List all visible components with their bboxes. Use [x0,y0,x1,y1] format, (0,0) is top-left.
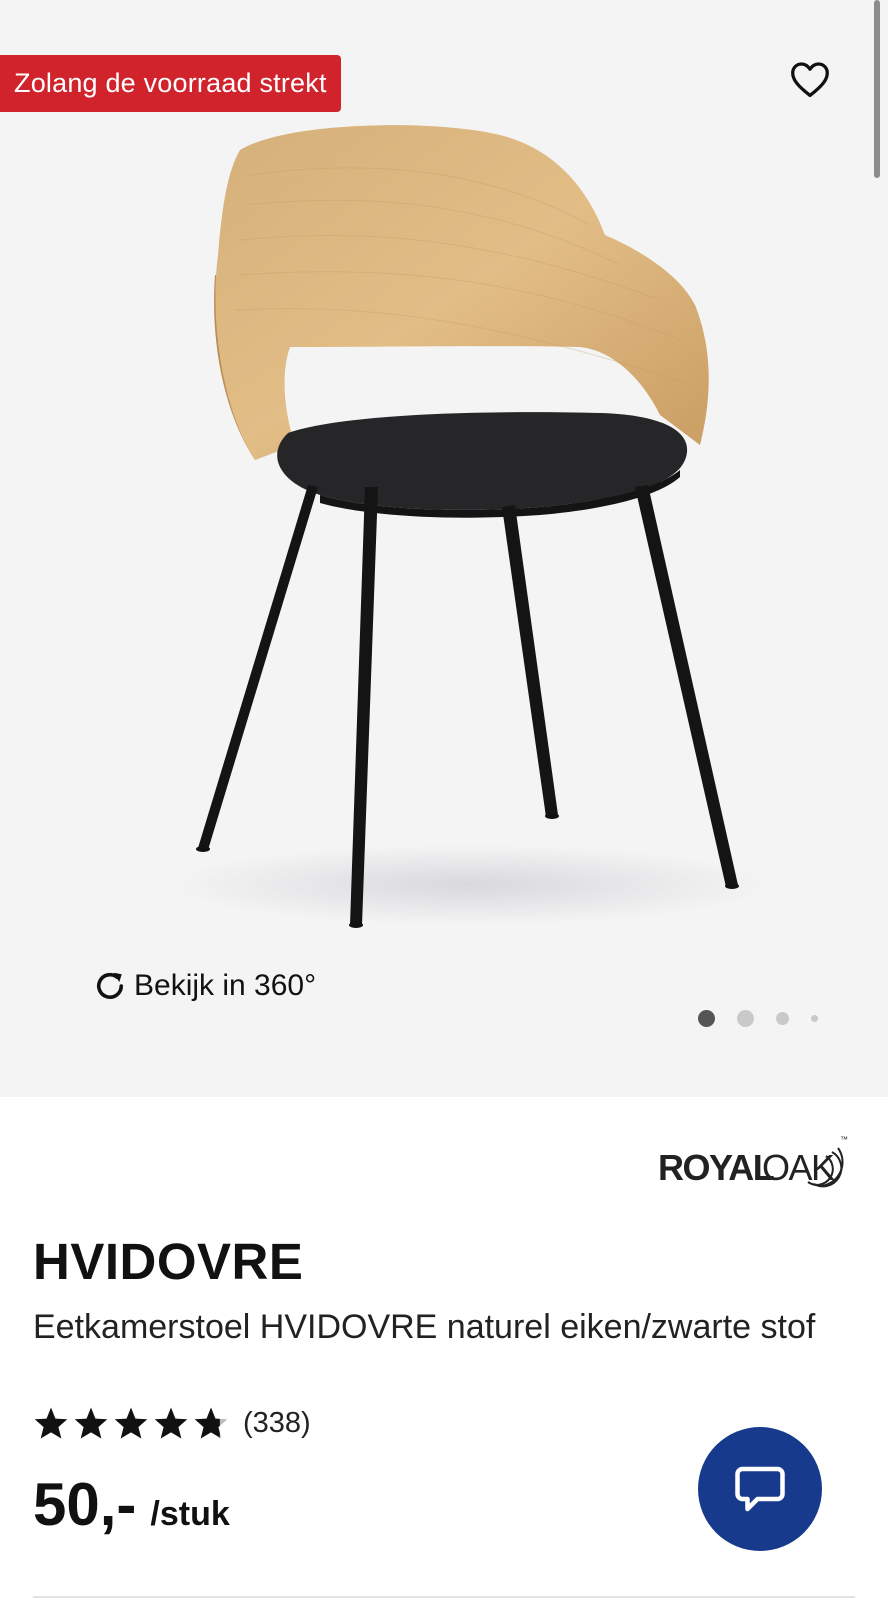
product-rating[interactable]: (338) [33,1406,311,1440]
scrollbar[interactable] [874,0,880,178]
star-full-icon [114,1407,148,1439]
view-360-label: Bekijk in 360° [134,969,317,1002]
brand-logo[interactable]: ROYAL OAK ™ [658,1130,858,1192]
rotate-icon [96,972,124,999]
chat-button[interactable] [698,1427,822,1551]
logo-text-bold: ROYAL [658,1147,774,1188]
price-unit: /stuk [150,1495,230,1533]
pagination-dot-2[interactable] [737,1010,754,1027]
product-gallery[interactable]: Zolang de voorraad strekt Bekijk in 360° [0,0,888,1097]
price-value: 50,- [33,1471,137,1538]
logo-text-light: OAK [762,1147,835,1188]
pagination-dot-3[interactable] [776,1012,789,1025]
product-image[interactable] [140,115,780,965]
promo-badge: Zolang de voorraad strekt [0,55,341,112]
view-360-button[interactable]: Bekijk in 360° [92,968,316,1004]
divider [33,1596,855,1598]
star-full-icon [74,1407,108,1439]
star-partial-icon [194,1407,228,1439]
rating-stars [33,1406,229,1440]
pagination-dot-4[interactable] [811,1015,818,1022]
heart-outline-icon [791,62,829,98]
pagination-dot-1[interactable] [698,1010,715,1027]
speech-bubble-icon [735,1466,785,1512]
star-full-icon [154,1407,188,1439]
product-price: 50,- /stuk [33,1470,230,1539]
favorite-button[interactable] [784,55,836,103]
rating-count[interactable]: (338) [243,1407,311,1440]
star-full-icon [34,1407,68,1439]
logo-tm: ™ [840,1135,848,1144]
gallery-pagination[interactable] [698,1010,818,1027]
product-title: HVIDOVRE [33,1233,304,1290]
product-subtitle: Eetkamerstoel HVIDOVRE naturel eiken/zwa… [33,1308,816,1346]
